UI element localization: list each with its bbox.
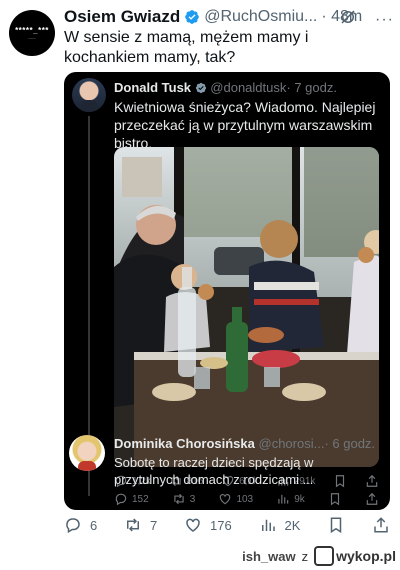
reply-repost-count: 3 bbox=[189, 493, 196, 505]
main-reply-count: 6 bbox=[90, 517, 98, 533]
wykop-watermark: ish_waw z wykop.pl bbox=[242, 546, 396, 566]
share-icon bbox=[366, 492, 378, 505]
reply-tweet: Dominika Chorosińska @chorosi...· 6 godz… bbox=[64, 72, 390, 510]
reply-tweet-time[interactable]: · 6 godz. bbox=[324, 436, 375, 451]
tweet-header: Osiem Gwiazd @RuchOsmiu... · 48m ··· bbox=[64, 6, 394, 28]
main-bookmark-action[interactable] bbox=[327, 516, 345, 534]
heart-icon bbox=[186, 518, 200, 532]
views-icon bbox=[261, 519, 275, 531]
wykop-logo-icon bbox=[314, 546, 335, 566]
reply-icon bbox=[115, 493, 127, 506]
avatar-logo-text: *****_*** bbox=[15, 25, 49, 35]
main-share-action[interactable] bbox=[372, 516, 390, 534]
main-views-action[interactable]: 2K bbox=[259, 516, 301, 534]
repost-icon bbox=[174, 493, 184, 505]
reply-reply-action[interactable]: 152 bbox=[114, 492, 149, 506]
reply-views-count: 9k bbox=[294, 493, 305, 505]
main-repost-action[interactable]: 7 bbox=[124, 516, 157, 534]
author-name[interactable]: Osiem Gwiazd bbox=[64, 7, 180, 27]
author-avatar[interactable]: *****_*** ~~~~ bbox=[9, 10, 55, 56]
avatar-logo-sub: ~~~~ bbox=[28, 35, 36, 40]
main-like-action[interactable]: 176 bbox=[184, 516, 232, 534]
bookmark-icon bbox=[330, 517, 342, 534]
main-reply-action[interactable]: 6 bbox=[64, 516, 97, 534]
watermark-separator: z bbox=[301, 548, 309, 564]
heart-icon bbox=[220, 494, 231, 505]
reply-like-count: 103 bbox=[236, 493, 254, 505]
main-tweet-actions: 6 7 176 2K bbox=[64, 516, 390, 534]
watermark-site: wykop.pl bbox=[336, 548, 396, 564]
reply-share-action[interactable] bbox=[365, 492, 379, 506]
bookmark-icon bbox=[330, 493, 339, 506]
share-icon bbox=[374, 517, 388, 533]
reply-author-avatar[interactable] bbox=[69, 435, 105, 471]
reply-repost-action[interactable]: 3 bbox=[172, 492, 196, 506]
tweet-text: W sensie z mamą, mężem mamy i kochankiem… bbox=[64, 29, 309, 66]
repost-icon bbox=[127, 518, 140, 532]
reply-reply-count: 152 bbox=[132, 493, 149, 505]
main-repost-count: 7 bbox=[150, 517, 158, 533]
main-views-count: 2K bbox=[284, 517, 301, 533]
reply-views-action[interactable]: 9k bbox=[276, 492, 305, 506]
more-options-icon[interactable]: ··· bbox=[375, 11, 394, 29]
reply-tweet-actions: 152 3 103 9k bbox=[114, 492, 379, 506]
wykop-logo: wykop.pl bbox=[314, 546, 396, 566]
reply-author-handle[interactable]: @chorosi... bbox=[259, 436, 325, 451]
author-handle[interactable]: @RuchOsmiu... bbox=[204, 8, 317, 26]
main-like-count: 176 bbox=[210, 517, 232, 533]
reply-tweet-header: Dominika Chorosińska @chorosi...· 6 godz… bbox=[114, 436, 375, 451]
reply-tweet-text: Sobotę to raczej dzieci spędzają w przyt… bbox=[114, 455, 314, 487]
watermark-user: ish_waw bbox=[242, 548, 296, 564]
views-icon bbox=[278, 494, 289, 504]
verified-badge-icon bbox=[184, 9, 200, 25]
reply-author-name[interactable]: Dominika Chorosińska bbox=[114, 436, 255, 451]
reply-bookmark-action[interactable] bbox=[328, 492, 342, 506]
reply-icon bbox=[66, 518, 80, 534]
reply-like-action[interactable]: 103 bbox=[218, 492, 253, 506]
